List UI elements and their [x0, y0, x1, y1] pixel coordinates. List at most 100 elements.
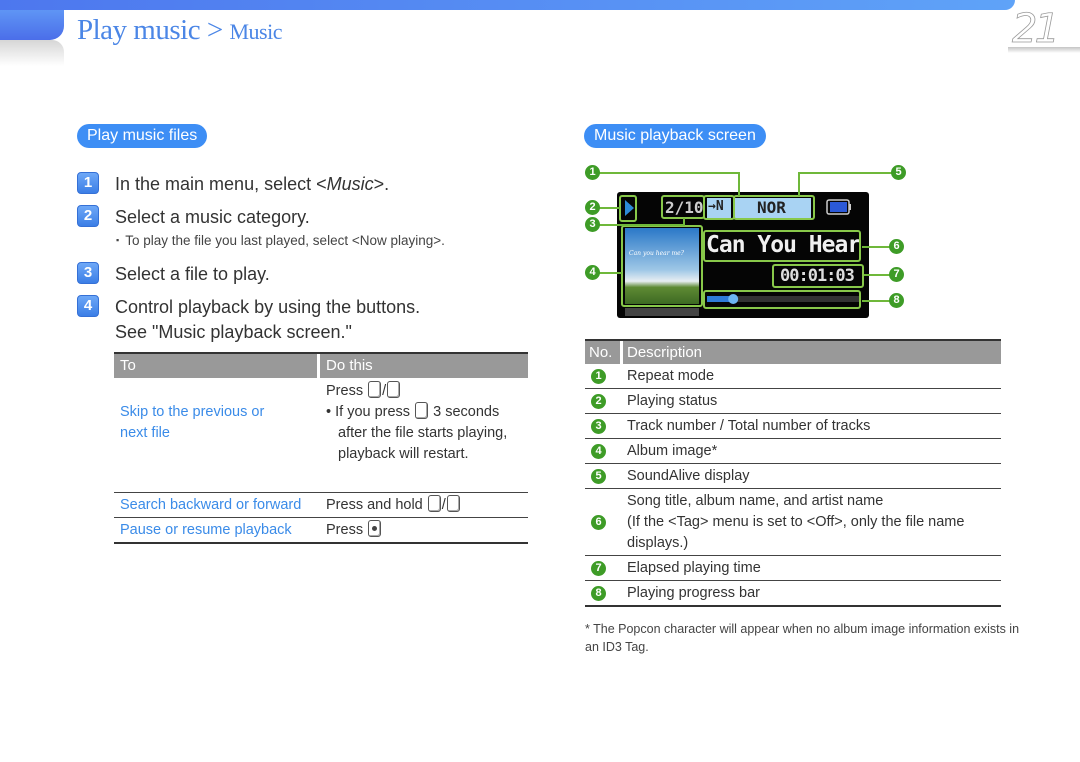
instruction-line: after the file starts playing, — [338, 425, 508, 441]
action-line: next file — [120, 425, 170, 441]
table-row: 2 Playing status — [585, 389, 1001, 414]
play-pause-button-icon — [368, 520, 382, 537]
step-2: 2 Select a music category. — [77, 205, 310, 230]
header-to: To — [114, 354, 317, 378]
title-main: Play music — [77, 14, 201, 46]
table-row: 5 SoundAlive display — [585, 464, 1001, 489]
highlight-elapsed-time — [772, 264, 864, 288]
row-number-cell: 1 — [585, 368, 623, 384]
step-number: 2 — [77, 205, 99, 227]
highlight-repeat-mode — [703, 195, 735, 220]
step-number: 3 — [77, 262, 99, 284]
section-label-play-music-files: Play music files — [77, 124, 208, 148]
row-description: Repeat mode — [627, 368, 715, 384]
row-number-cell: 5 — [585, 468, 623, 484]
highlight-album-image — [621, 225, 703, 307]
callout-line-8 — [862, 300, 892, 302]
row-number-cell: 2 — [585, 393, 623, 409]
row-description: SoundAlive display — [627, 468, 750, 484]
title-sub: Music — [229, 19, 282, 44]
step-1: 1 In the main menu, select <Music>. — [77, 172, 389, 197]
slash: / — [441, 497, 446, 513]
battery-tip — [849, 204, 851, 210]
bullet: • — [326, 404, 332, 420]
callout-4: 4 — [585, 265, 600, 280]
instruction-text: Press — [326, 383, 364, 399]
header-tab-shadow — [0, 40, 64, 66]
step-text: Control playback by using the buttons. S… — [115, 295, 420, 345]
instruction-line: Press / — [326, 381, 528, 402]
row-description: Album image* — [627, 443, 718, 459]
row-number: 2 — [591, 393, 606, 409]
instruction-text: 3 seconds — [433, 404, 500, 420]
callout-8: 8 — [889, 293, 904, 308]
header-no: No. — [585, 341, 620, 364]
instruction-line: • If you press 3 seconds — [326, 402, 528, 423]
row-action: Skip to the previous or next file — [114, 378, 320, 492]
header-description: Description — [623, 341, 1001, 364]
row-number-cell: 6 — [585, 514, 623, 530]
device-screen: 2/10 →N NOR Can you hear me? Can You Hea… — [617, 192, 869, 318]
callout-line-4 — [598, 272, 622, 274]
row-number-cell: 7 — [585, 560, 623, 576]
callout-line-2 — [598, 207, 620, 209]
battery-level — [830, 202, 847, 212]
highlight-song-title — [703, 230, 861, 262]
next-button-icon — [387, 381, 401, 398]
table-header: No. Description — [585, 339, 1001, 364]
row-number-cell: 3 — [585, 418, 623, 434]
table-row: 7 Elapsed playing time — [585, 556, 1001, 581]
section-label-music-playback-screen: Music playback screen — [584, 124, 766, 148]
table-row: 4 Album image* — [585, 439, 1001, 464]
table-row: 1 Repeat mode — [585, 364, 1001, 389]
row-instructions: Press — [320, 518, 528, 542]
step-number: 1 — [77, 172, 99, 194]
row-number: 5 — [591, 468, 606, 484]
description-line: (If the <Tag> menu is set to <Off>, only… — [627, 514, 965, 530]
row-number: 6 — [591, 514, 606, 530]
header-bar — [0, 0, 1015, 10]
action-line: Skip to the previous or — [120, 404, 265, 420]
instruction-line: playback will restart. — [338, 446, 469, 462]
row-number: 8 — [591, 585, 606, 601]
step-4: 4 Control playback by using the buttons.… — [77, 295, 420, 345]
footnote: * The Popcon character will appear when … — [585, 622, 1020, 654]
fast-forward-button-icon — [446, 495, 460, 512]
callout-line-3v — [683, 218, 685, 226]
callout-line-6 — [862, 246, 892, 248]
callout-5: 5 — [891, 165, 906, 180]
step-number: 4 — [77, 295, 99, 317]
title-separator: > — [206, 14, 223, 46]
step-3: 3 Select a file to play. — [77, 262, 270, 287]
description-line: displays.) — [627, 535, 689, 551]
header-do-this: Do this — [320, 354, 528, 378]
table-header: To Do this — [114, 352, 528, 378]
rewind-button-icon — [427, 495, 441, 512]
controls-table: To Do this Skip to the previous or next … — [114, 352, 528, 544]
callout-line-3 — [598, 224, 684, 226]
instruction-text: Press — [326, 522, 364, 538]
callout-line-1v — [738, 172, 740, 196]
highlight-progress-bar — [703, 290, 861, 309]
row-description: Elapsed playing time — [627, 560, 761, 576]
callout-line-5 — [798, 172, 892, 174]
instruction-text: Press and hold — [326, 497, 423, 513]
highlight-soundalive — [733, 195, 815, 220]
row-action: Search backward or forward — [120, 497, 302, 513]
row-instructions: Press / • If you press 3 seconds after t… — [320, 378, 528, 492]
page-title: Play music > Music — [77, 14, 282, 47]
row-description: Song title, album name, and artist name … — [623, 489, 1001, 555]
callout-2: 2 — [585, 200, 600, 215]
table-row: Pause or resume playback Press — [114, 518, 528, 544]
step-text: Select a file to play. — [115, 264, 270, 284]
row-description: Track number / Total number of tracks — [627, 418, 871, 434]
step-text: In the main menu, select <Music>. — [115, 172, 389, 197]
callout-7: 7 — [889, 267, 904, 282]
row-number: 7 — [591, 560, 606, 576]
callout-1: 1 — [585, 165, 600, 180]
instruction-text: If you press — [335, 404, 411, 420]
row-number: 1 — [591, 368, 606, 384]
table-row: 3 Track number / Total number of tracks — [585, 414, 1001, 439]
row-number-cell: 8 — [585, 585, 623, 601]
note-text: To play the file you last played, select… — [125, 233, 445, 248]
